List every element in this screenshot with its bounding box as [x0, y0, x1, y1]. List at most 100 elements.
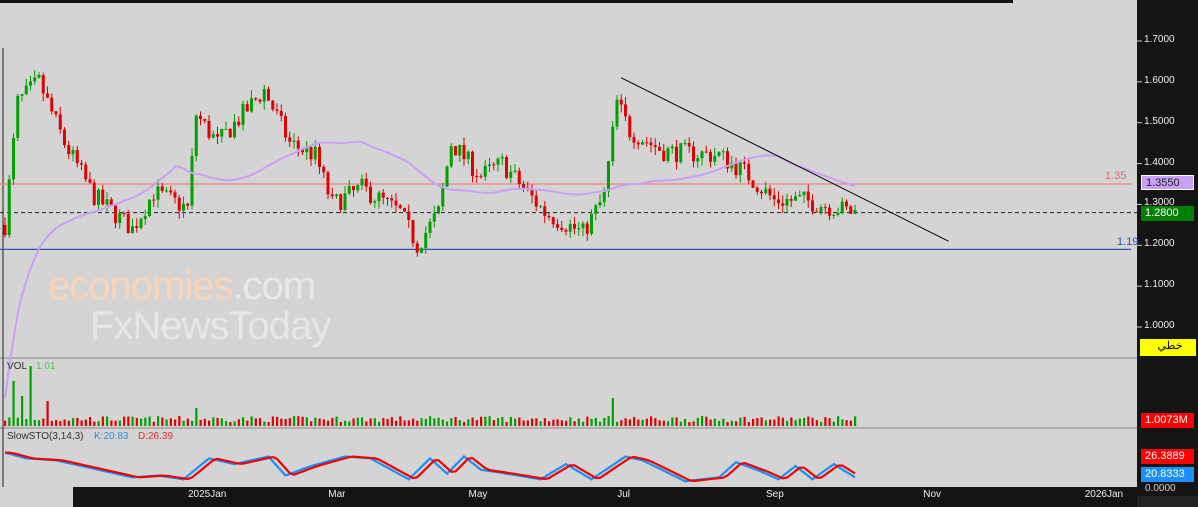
- volume-tag: 1.0073M: [1141, 413, 1194, 428]
- volume-bar: [684, 418, 687, 426]
- candle-body: [662, 150, 666, 161]
- volume-bar: [701, 416, 704, 426]
- volume-bar: [824, 417, 827, 426]
- volume-bar: [624, 418, 627, 426]
- volume-bar: [641, 419, 644, 426]
- volume-bar: [314, 417, 317, 426]
- candle-body: [360, 178, 364, 186]
- time-tick-label: May: [468, 489, 488, 500]
- candle-body: [318, 146, 321, 167]
- volume-bar: [259, 418, 262, 426]
- price-tick-label: 1.5000: [1144, 115, 1175, 127]
- candle-body: [832, 214, 836, 216]
- trendline: [621, 77, 949, 242]
- volume-bar: [747, 421, 750, 426]
- volume-bar: [352, 418, 355, 426]
- candle-body: [760, 191, 763, 194]
- candle-body: [216, 134, 219, 137]
- candle-body: [636, 142, 640, 145]
- volume-bar: [331, 417, 334, 426]
- candle-body: [483, 165, 487, 177]
- candle-body: [751, 180, 755, 188]
- price-tick-label: 1.4000: [1144, 156, 1175, 168]
- candle-body: [241, 104, 245, 126]
- candle-body: [211, 134, 215, 138]
- volume-bar: [212, 417, 215, 426]
- volume-bar: [713, 418, 716, 426]
- candle-body: [330, 194, 334, 197]
- volume-bar: [420, 418, 423, 426]
- volume-bar: [739, 417, 742, 426]
- candle-body: [190, 155, 194, 206]
- candle-body: [658, 146, 661, 151]
- volume-bar: [658, 420, 661, 426]
- volume-bar: [837, 416, 840, 426]
- time-tick-label: 2025Jan: [188, 489, 227, 500]
- volume-bar: [254, 418, 257, 426]
- volume-bar: [560, 420, 563, 426]
- volume-bar: [594, 417, 597, 426]
- candle-body: [58, 114, 62, 130]
- volume-bar: [21, 396, 24, 426]
- volume-bar: [577, 418, 580, 426]
- candle-body: [534, 195, 538, 207]
- candle-body: [7, 179, 11, 236]
- candle-body: [522, 184, 525, 188]
- volume-bar: [305, 417, 308, 426]
- volume-bar: [463, 421, 466, 426]
- volume-bar: [811, 417, 814, 426]
- candle-body: [840, 201, 844, 214]
- volume-bar: [679, 421, 682, 426]
- volume-bar: [373, 418, 376, 426]
- price-tick-label: 1.7000: [1144, 34, 1175, 45]
- volume-bar: [365, 421, 368, 426]
- volume-bar: [526, 420, 529, 426]
- price-chart[interactable]: [0, 0, 1198, 507]
- candle-body: [97, 189, 100, 205]
- volume-bar: [288, 418, 291, 426]
- candle-body: [543, 206, 547, 217]
- sto-k-label: K:20.83: [94, 431, 129, 442]
- volume-bar: [276, 416, 279, 426]
- volume-bar: [730, 420, 733, 426]
- candle-body: [568, 224, 572, 232]
- candle-body: [802, 191, 806, 196]
- candle-body: [288, 137, 292, 142]
- volume-bar: [671, 417, 674, 426]
- candle-body: [386, 197, 389, 199]
- volume-bar: [726, 421, 729, 426]
- candle-body: [194, 115, 198, 156]
- candle-body: [156, 186, 160, 200]
- candle-body: [12, 137, 15, 180]
- candle-body: [479, 176, 483, 178]
- volume-bar: [33, 419, 36, 426]
- volume-bar: [339, 421, 342, 426]
- candle-body: [381, 192, 385, 198]
- volume-bar: [12, 381, 15, 426]
- candle-body: [126, 213, 130, 234]
- volume-bar: [573, 421, 576, 426]
- volume-bar: [756, 418, 759, 426]
- volume-bar: [590, 418, 593, 426]
- candle-body: [632, 137, 636, 143]
- candle-body: [721, 151, 725, 153]
- price-tick-label: 1.0000: [1144, 320, 1175, 332]
- volume-bar: [552, 419, 555, 426]
- candle-body: [335, 194, 338, 197]
- candle-body: [347, 185, 351, 194]
- time-tick-label: 2026Jan: [1084, 489, 1124, 500]
- volume-bar: [356, 417, 359, 426]
- volume-bar: [688, 421, 691, 426]
- candle-body: [207, 120, 211, 138]
- volume-bar: [769, 419, 772, 426]
- volume-bar: [310, 421, 313, 426]
- volume-bar: [403, 420, 406, 426]
- volume-bar: [301, 416, 304, 426]
- volume-bar: [361, 417, 364, 426]
- candle-body: [615, 99, 619, 127]
- volume-bar: [616, 421, 619, 426]
- candle-body: [556, 224, 559, 228]
- chart-mode-button[interactable]: خطي: [1140, 339, 1196, 356]
- candle-body: [513, 170, 517, 172]
- volume-bar: [752, 418, 755, 426]
